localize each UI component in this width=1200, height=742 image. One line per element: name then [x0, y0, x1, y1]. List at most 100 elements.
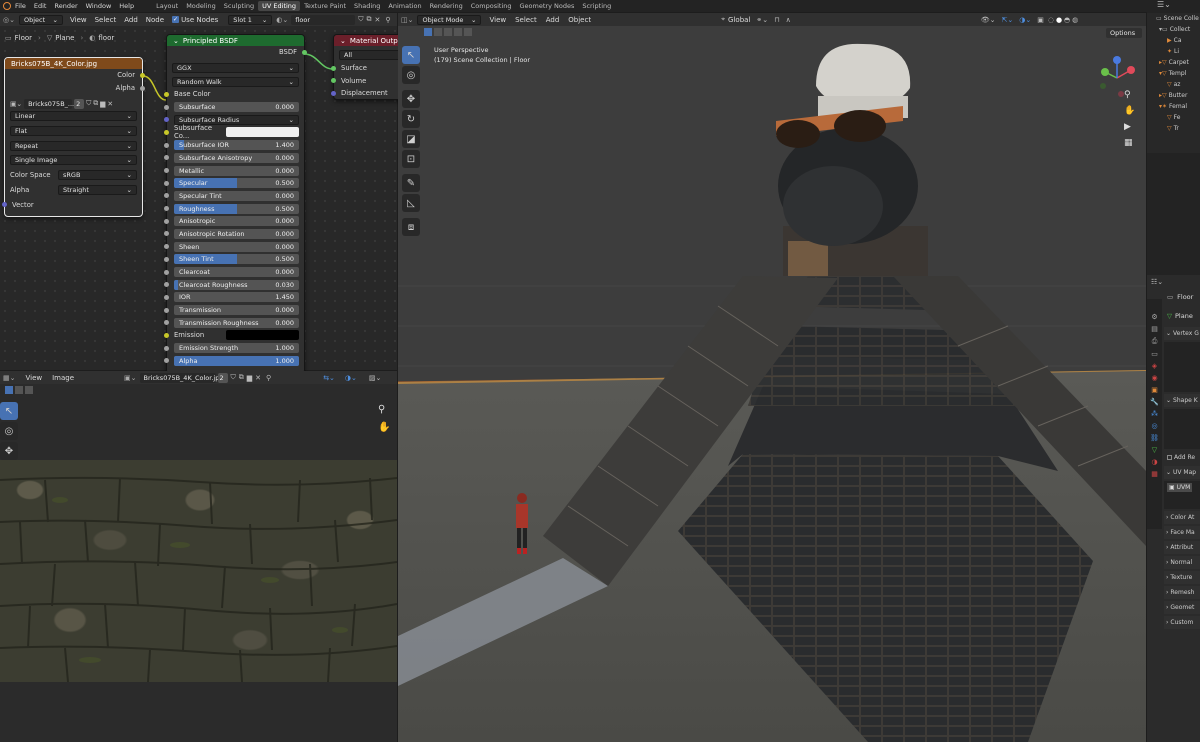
hand-pan-icon[interactable]: ✋ — [1124, 106, 1135, 116]
scene-tab-icon[interactable]: ◈ — [1152, 362, 1157, 370]
outliner-row[interactable]: ▶ Ca — [1147, 35, 1200, 46]
select-new-icon[interactable] — [424, 28, 432, 36]
image-name-field[interactable]: Bricks075B_... — [24, 98, 74, 109]
bsdf-input-slider[interactable]: Clearcoat Roughness 0.030 — [174, 279, 299, 290]
open-folder-icon[interactable]: ▆ — [247, 374, 252, 382]
cursor-tool-icon[interactable]: ◎ — [0, 422, 18, 440]
close-icon[interactable]: ✕ — [107, 100, 113, 108]
modifiers-tab-icon[interactable]: 🔧 — [1150, 398, 1159, 406]
input-socket[interactable] — [164, 294, 169, 300]
panel-remesh[interactable]: › Remesh — [1164, 586, 1200, 599]
vertex-groups-list[interactable] — [1164, 342, 1200, 392]
options-dropdown[interactable]: Options — [1106, 28, 1142, 38]
editor-type-icon[interactable]: ▦⌄ — [3, 374, 15, 382]
vertex-select-icon[interactable] — [5, 386, 13, 394]
input-socket[interactable] — [164, 168, 169, 174]
scale-tool-icon[interactable]: ◪ — [402, 130, 420, 148]
face-select-icon[interactable] — [25, 386, 33, 394]
output-bsdf-socket[interactable] — [302, 49, 307, 55]
panel-custom-properties[interactable]: › Custom — [1164, 616, 1200, 629]
image-texture-node[interactable]: Bricks075B_4K_Color.jpg Color Alpha ▣⌄ B… — [2, 57, 145, 217]
menu-object[interactable]: Object — [568, 16, 591, 24]
input-base-color-socket[interactable] — [164, 91, 169, 97]
hand-pan-icon[interactable]: ✋ — [378, 422, 390, 433]
edge-select-icon[interactable] — [15, 386, 23, 394]
orientation-icon[interactable]: ⌖ — [721, 15, 725, 24]
object-tab-icon[interactable]: ▣ — [1151, 386, 1158, 394]
slot-dropdown[interactable]: Slot 1 ⌄ — [228, 14, 273, 25]
mode-dropdown[interactable]: Object Mode ⌄ — [417, 14, 482, 25]
tab-scripting[interactable]: Scripting — [578, 1, 615, 11]
output-color-socket[interactable] — [140, 72, 145, 78]
open-folder-icon[interactable]: ▆ — [100, 100, 105, 108]
input-socket[interactable] — [164, 129, 169, 135]
select-invert-icon[interactable] — [454, 28, 462, 36]
duplicate-icon[interactable]: ⧉ — [367, 15, 372, 24]
fake-user-icon[interactable]: ⛉ — [358, 15, 363, 24]
input-alpha-socket[interactable] — [164, 358, 169, 364]
cursor-tool-icon[interactable]: ◎ — [402, 66, 420, 84]
outliner-row[interactable]: ▸▽ Carpet — [1147, 57, 1200, 68]
menu-view[interactable]: View — [489, 16, 506, 24]
input-socket[interactable] — [164, 231, 169, 237]
collapse-icon[interactable]: ⌄ — [340, 37, 346, 45]
panel-shape-keys[interactable]: ⌄ Shape K — [1164, 394, 1200, 407]
input-vector-socket[interactable] — [2, 202, 7, 208]
bsdf-input-slider[interactable]: Sheen 0.000 — [174, 241, 299, 252]
select-extend-icon[interactable] — [434, 28, 442, 36]
proportional-edit-icon[interactable]: ∧ — [786, 16, 791, 24]
menu-add[interactable]: Add — [124, 16, 138, 24]
outliner-row[interactable]: ▾✶ Femal — [1147, 101, 1200, 112]
outliner-row[interactable]: ▾▭ Collect — [1147, 24, 1200, 35]
bsdf-input-slider[interactable]: Specular Tint 0.000 — [174, 190, 299, 201]
menu-view[interactable]: View — [25, 374, 42, 382]
particles-tab-icon[interactable]: ⁂ — [1151, 410, 1158, 418]
panel-uv-maps[interactable]: ⌄ UV Map — [1164, 466, 1200, 479]
menu-select[interactable]: Select — [95, 16, 117, 24]
camera-icon[interactable]: ▶ — [1124, 122, 1135, 132]
shading-wireframe-icon[interactable]: ◌ — [1048, 16, 1054, 24]
panel-normals[interactable]: › Normal — [1164, 556, 1200, 569]
alpha-mode-dropdown[interactable]: Straight ⌄ — [58, 184, 137, 195]
editor-type-icon[interactable]: ◫⌄ — [401, 16, 413, 24]
principled-bsdf-node-header[interactable]: ⌄ Principled BSDF — [167, 35, 304, 46]
panel-color-attributes[interactable]: › Color At — [1164, 511, 1200, 524]
input-socket[interactable] — [164, 206, 169, 212]
menu-add[interactable]: Add — [546, 16, 560, 24]
pin-icon[interactable]: ⚲ — [266, 374, 271, 382]
subsurface-radius-dropdown[interactable]: Subsurface Radius ⌄ — [174, 114, 299, 125]
tool-tab-icon[interactable]: ⚙ — [1151, 313, 1157, 321]
menu-file[interactable]: File — [15, 2, 26, 10]
move-tool-icon[interactable]: ✥ — [0, 442, 18, 460]
overlay-icon[interactable]: ◑⌄ — [345, 374, 357, 382]
tab-shading[interactable]: Shading — [350, 1, 384, 11]
world-tab-icon[interactable]: ◉ — [1151, 374, 1157, 382]
panel-face-maps[interactable]: › Face Ma — [1164, 526, 1200, 539]
editor-type-icon[interactable]: ◎⌄ — [3, 16, 15, 24]
annotate-tool-icon[interactable]: ✎ — [402, 174, 420, 192]
move-tool-icon[interactable]: ✥ — [402, 90, 420, 108]
close-icon[interactable]: ✕ — [255, 374, 261, 382]
pin-icon[interactable]: ⚲ — [385, 16, 390, 24]
bsdf-input-slider[interactable]: IOR 1.450 — [174, 292, 299, 303]
bsdf-input-slider[interactable]: Sheen Tint 0.500 — [174, 254, 299, 265]
measure-tool-icon[interactable]: ◺ — [402, 194, 420, 212]
bsdf-input-slider[interactable]: Transmission 0.000 — [174, 305, 299, 316]
bsdf-input-slider[interactable]: Subsurface 0.000 — [174, 102, 299, 113]
material-browse-icon[interactable]: ◐⌄ — [276, 16, 288, 24]
3d-viewport[interactable]: User Perspective (179) Scene Collection … — [398, 26, 1146, 742]
input-socket[interactable] — [164, 320, 169, 326]
menu-window[interactable]: Window — [86, 2, 112, 10]
node-editor-canvas[interactable]: ▭ Floor › ▽ Plane › ◐ floor Bricks075B_4… — [0, 26, 408, 374]
data-tab-icon[interactable]: ▽ — [1152, 446, 1157, 454]
input-socket[interactable] — [164, 244, 169, 250]
panel-attributes[interactable]: › Attribut — [1164, 541, 1200, 554]
principled-bsdf-node[interactable]: ⌄ Principled BSDF BSDF GGX ⌄ Random Walk ⌄ … — [164, 34, 307, 374]
output-alpha-socket[interactable] — [140, 85, 145, 91]
fake-user-icon[interactable]: ⛉ — [86, 99, 91, 108]
uv-sync-icon[interactable]: ⇆⌄ — [323, 374, 335, 382]
image-texture-node-header[interactable]: Bricks075B_4K_Color.jpg — [5, 58, 142, 69]
tab-animation[interactable]: Animation — [384, 1, 425, 11]
input-displacement-socket[interactable] — [331, 90, 336, 96]
image-name-field[interactable]: Bricks075B_4K_Color.jpg — [139, 372, 223, 383]
